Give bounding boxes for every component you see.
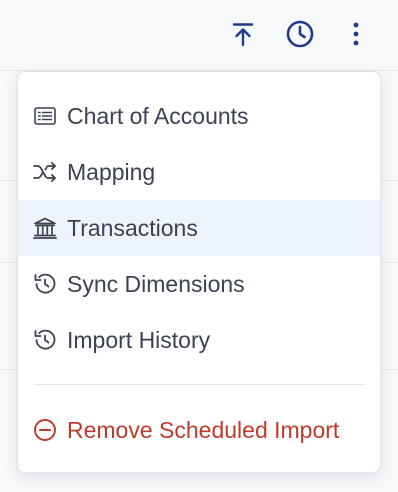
history-icon <box>33 272 57 296</box>
list-icon <box>33 104 57 128</box>
menu-item-mapping[interactable]: Mapping <box>18 144 380 200</box>
minus-circle-icon <box>33 418 57 442</box>
menu-item-chart-of-accounts[interactable]: Chart of Accounts <box>18 88 380 144</box>
history-icon <box>33 328 57 352</box>
menu-item-sync-dimensions[interactable]: Sync Dimensions <box>18 256 380 312</box>
menu-item-label: Mapping <box>67 159 156 185</box>
menu-item-transactions[interactable]: Transactions <box>18 200 380 256</box>
menu-item-remove-scheduled-import[interactable]: Remove Scheduled Import <box>18 402 380 458</box>
menu-item-label: Transactions <box>67 215 198 241</box>
dropdown-menu: Chart of Accounts Mapping Transactions S… <box>17 71 381 473</box>
menu-item-label: Remove Scheduled Import <box>67 417 340 443</box>
menu-item-label: Chart of Accounts <box>67 103 249 129</box>
menu-item-label: Import History <box>67 327 211 353</box>
shuffle-icon <box>33 160 57 184</box>
top-toolbar <box>0 0 398 71</box>
menu-item-import-history[interactable]: Import History <box>18 312 380 368</box>
more-vertical-icon[interactable] <box>340 18 372 50</box>
upload-icon[interactable] <box>227 18 259 50</box>
menu-divider <box>34 384 365 385</box>
menu-item-label: Sync Dimensions <box>67 271 245 297</box>
clock-icon[interactable] <box>284 18 316 50</box>
bank-icon <box>33 216 57 240</box>
